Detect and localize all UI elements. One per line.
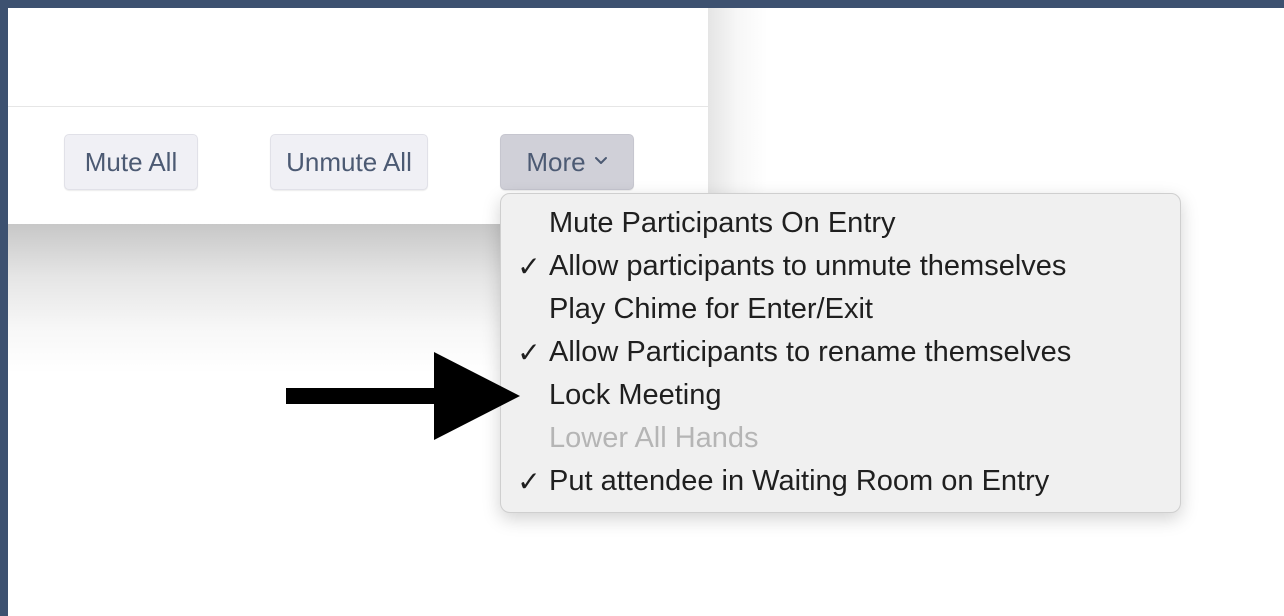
checkmark-icon: ✓: [517, 466, 541, 497]
chevron-down-icon: [594, 157, 607, 164]
menu-item-lock-meeting[interactable]: Lock Meeting: [501, 374, 1180, 417]
menu-item-lower-all-hands: Lower All Hands: [501, 417, 1180, 460]
window-frame-top: [0, 0, 1284, 8]
menu-item-mute-on-entry[interactable]: Mute Participants On Entry: [501, 202, 1180, 245]
unmute-all-button[interactable]: Unmute All: [270, 134, 428, 190]
menu-item-allow-rename[interactable]: ✓ Allow Participants to rename themselve…: [501, 331, 1180, 374]
more-label: More: [526, 146, 586, 177]
menu-item-label: Allow Participants to rename themselves: [549, 336, 1072, 368]
menu-item-label: Play Chime for Enter/Exit: [549, 293, 873, 325]
more-button[interactable]: More: [500, 134, 634, 190]
menu-item-label: Put attendee in Waiting Room on Entry: [549, 465, 1050, 497]
menu-item-label: Lock Meeting: [549, 379, 722, 411]
menu-item-label: Mute Participants On Entry: [549, 207, 896, 239]
menu-item-waiting-room[interactable]: ✓ Put attendee in Waiting Room on Entry: [501, 460, 1180, 503]
unmute-all-label: Unmute All: [286, 146, 412, 177]
window-frame-left: [0, 0, 8, 616]
mute-all-button[interactable]: Mute All: [64, 134, 198, 190]
menu-item-label: Lower All Hands: [549, 422, 759, 454]
panel-divider: [8, 106, 708, 107]
checkmark-icon: ✓: [517, 251, 541, 282]
arrow-right-icon: [286, 352, 520, 440]
menu-item-label: Allow participants to unmute themselves: [549, 250, 1067, 282]
mute-all-label: Mute All: [84, 146, 178, 177]
more-dropdown-menu: Mute Participants On Entry ✓ Allow parti…: [500, 193, 1181, 513]
menu-item-play-chime[interactable]: Play Chime for Enter/Exit: [501, 288, 1180, 331]
menu-item-allow-unmute[interactable]: ✓ Allow participants to unmute themselve…: [501, 245, 1180, 288]
participants-panel-footer: Mute All Unmute All More: [8, 8, 708, 224]
